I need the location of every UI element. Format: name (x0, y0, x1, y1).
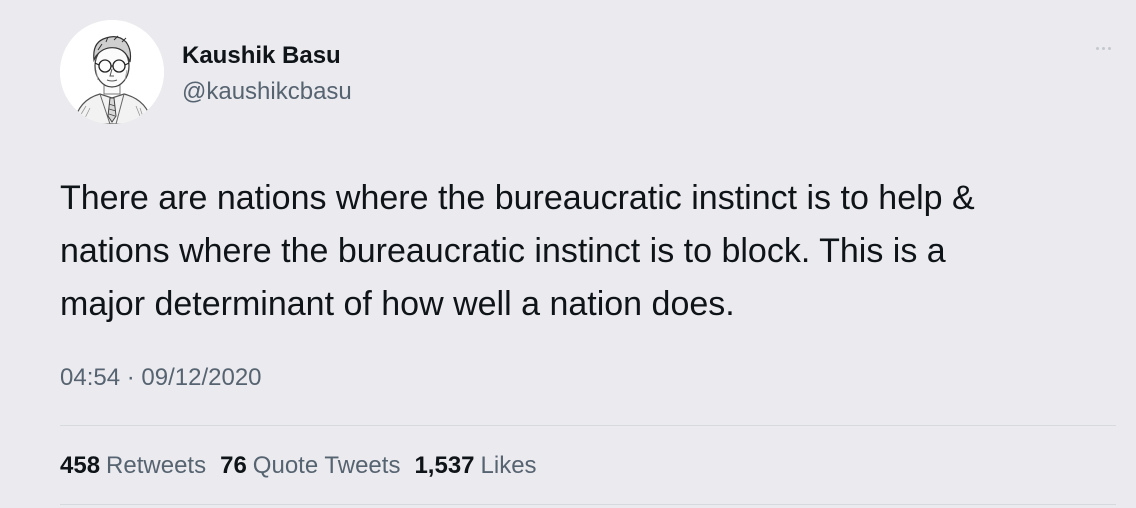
retweets-count: 458 (60, 452, 101, 479)
quote-tweets-stat[interactable]: 76 Quote Tweets (220, 452, 400, 480)
tweet-text-line: major determinant of how well a nation d… (60, 285, 735, 323)
more-dots-icon (1101, 46, 1105, 50)
tweet-timestamp[interactable]: 04:54 · 09/12/2020 (60, 364, 262, 392)
quote-tweets-label: Quote Tweets (252, 452, 401, 479)
retweets-stat[interactable]: 458 Retweets (60, 452, 206, 480)
tweet-date: 09/12/2020 (141, 364, 262, 391)
more-dots-icon (1107, 46, 1111, 50)
likes-label: Likes (480, 452, 537, 479)
divider (60, 504, 1116, 505)
likes-stat[interactable]: 1,537 Likes (414, 452, 536, 480)
meta-separator: · (126, 364, 135, 391)
tweet-text-line: nations where the bureaucratic instinct … (60, 232, 946, 270)
divider (60, 425, 1116, 426)
engagement-stats: 458 Retweets 76 Quote Tweets 1,537 Likes (60, 452, 537, 480)
tweet-text-line: There are nations where the bureaucratic… (60, 179, 975, 217)
author-name[interactable]: Kaushik Basu (182, 42, 341, 70)
tweet-time: 04:54 (60, 364, 121, 391)
likes-count: 1,537 (414, 452, 475, 479)
avatar-sketch-image (60, 20, 164, 124)
tweet-text: There are nations where the bureaucratic… (60, 172, 1120, 331)
more-dots-icon (1095, 46, 1099, 50)
retweets-label: Retweets (106, 452, 207, 479)
more-options-button[interactable] (1086, 38, 1120, 58)
author-handle[interactable]: @kaushikcbasu (182, 78, 352, 106)
avatar[interactable] (60, 20, 164, 124)
quote-tweets-count: 76 (220, 452, 247, 479)
tweet-card: Kaushik Basu @kaushikcbasu There are nat… (0, 0, 1136, 508)
